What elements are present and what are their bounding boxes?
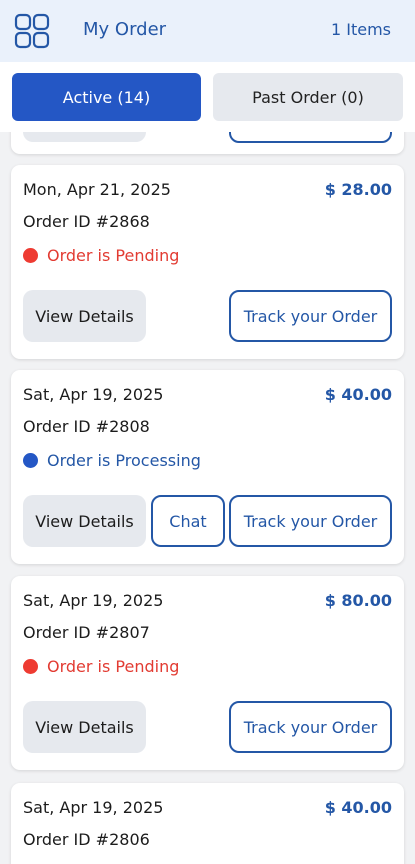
track-order-button[interactable]: Track your Order — [229, 290, 392, 342]
order-card: Mon, Apr 21, 2025 $ 28.00 Order ID #2868… — [11, 165, 404, 359]
order-status: Order is Processing — [23, 451, 201, 470]
order-date: Sat, Apr 19, 2025 — [23, 385, 164, 404]
chat-button[interactable]: Chat — [151, 495, 225, 547]
status-dot-icon — [23, 659, 38, 674]
track-order-button[interactable]: Track your Order — [229, 701, 392, 753]
status-dot-icon — [23, 248, 38, 263]
view-details-button[interactable]: View Details — [23, 495, 146, 547]
order-list[interactable]: Mon, Apr 21, 2025 $ 28.00 Order ID #2868… — [0, 132, 415, 864]
track-order-button[interactable] — [229, 132, 392, 143]
status-text: Order is Processing — [47, 451, 201, 470]
status-text: Order is Pending — [47, 246, 180, 265]
order-price: $ 40.00 — [324, 385, 392, 404]
order-status: Order is Pending — [23, 246, 179, 265]
tab-active-orders[interactable]: Active (14) — [12, 73, 201, 121]
view-details-button[interactable]: View Details — [23, 701, 146, 753]
order-price: $ 80.00 — [324, 591, 392, 610]
order-id: Order ID #2807 — [23, 623, 150, 642]
view-details-button[interactable] — [23, 132, 146, 142]
view-details-button[interactable]: View Details — [23, 290, 146, 342]
track-order-button[interactable]: Track your Order — [229, 495, 392, 547]
order-price: $ 28.00 — [324, 180, 392, 199]
page-title: My Order — [83, 19, 167, 40]
app-screen: My Order 1 Items Active (14) Past Order … — [0, 0, 415, 864]
tab-past-orders[interactable]: Past Order (0) — [213, 73, 403, 121]
status-text: Order is Pending — [47, 657, 180, 676]
header: My Order 1 Items — [0, 0, 415, 62]
order-date: Sat, Apr 19, 2025 — [23, 798, 164, 817]
order-id: Order ID #2868 — [23, 212, 150, 231]
order-card: Sat, Apr 19, 2025 $ 80.00 Order ID #2807… — [11, 576, 404, 770]
order-id: Order ID #2806 — [23, 830, 150, 849]
order-id: Order ID #2808 — [23, 417, 150, 436]
order-date: Sat, Apr 19, 2025 — [23, 591, 164, 610]
items-count[interactable]: 1 Items — [331, 20, 391, 39]
status-dot-icon — [23, 453, 38, 468]
order-date: Mon, Apr 21, 2025 — [23, 180, 171, 199]
order-price: $ 40.00 — [324, 798, 392, 817]
grid-icon[interactable] — [14, 13, 50, 49]
order-status: Order is Pending — [23, 657, 179, 676]
order-card: Sat, Apr 19, 2025 $ 40.00 Order ID #2808… — [11, 370, 404, 564]
order-card-partial — [11, 132, 404, 154]
order-tabs: Active (14) Past Order (0) — [0, 62, 415, 132]
order-card: Sat, Apr 19, 2025 $ 40.00 Order ID #2806 — [11, 783, 404, 864]
